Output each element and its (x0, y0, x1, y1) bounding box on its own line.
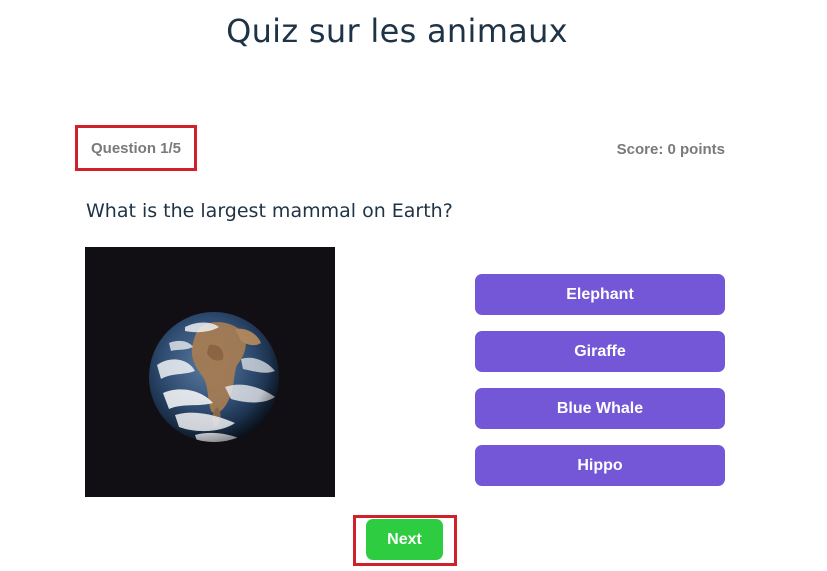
earth-globe-image (85, 247, 335, 497)
score-display: Score: 0 points (616, 141, 725, 158)
question-counter: Question 1/5 (90, 139, 182, 157)
answer-options: Elephant Giraffe Blue Whale Hippo (475, 274, 725, 502)
answer-elephant-button[interactable]: Elephant (475, 274, 725, 315)
next-button[interactable]: Next (366, 519, 443, 560)
quiz-page: Quiz sur les animaux Question 1/5 Score:… (0, 0, 827, 571)
answer-giraffe-button[interactable]: Giraffe (475, 331, 725, 372)
answer-blue-whale-button[interactable]: Blue Whale (475, 388, 725, 429)
question-counter-highlight: Question 1/5 (75, 125, 197, 171)
earth-globe-graphic (85, 247, 335, 497)
answer-hippo-button[interactable]: Hippo (475, 445, 725, 486)
page-title: Quiz sur les animaux (226, 12, 568, 50)
question-text: What is the largest mammal on Earth? (86, 200, 453, 222)
